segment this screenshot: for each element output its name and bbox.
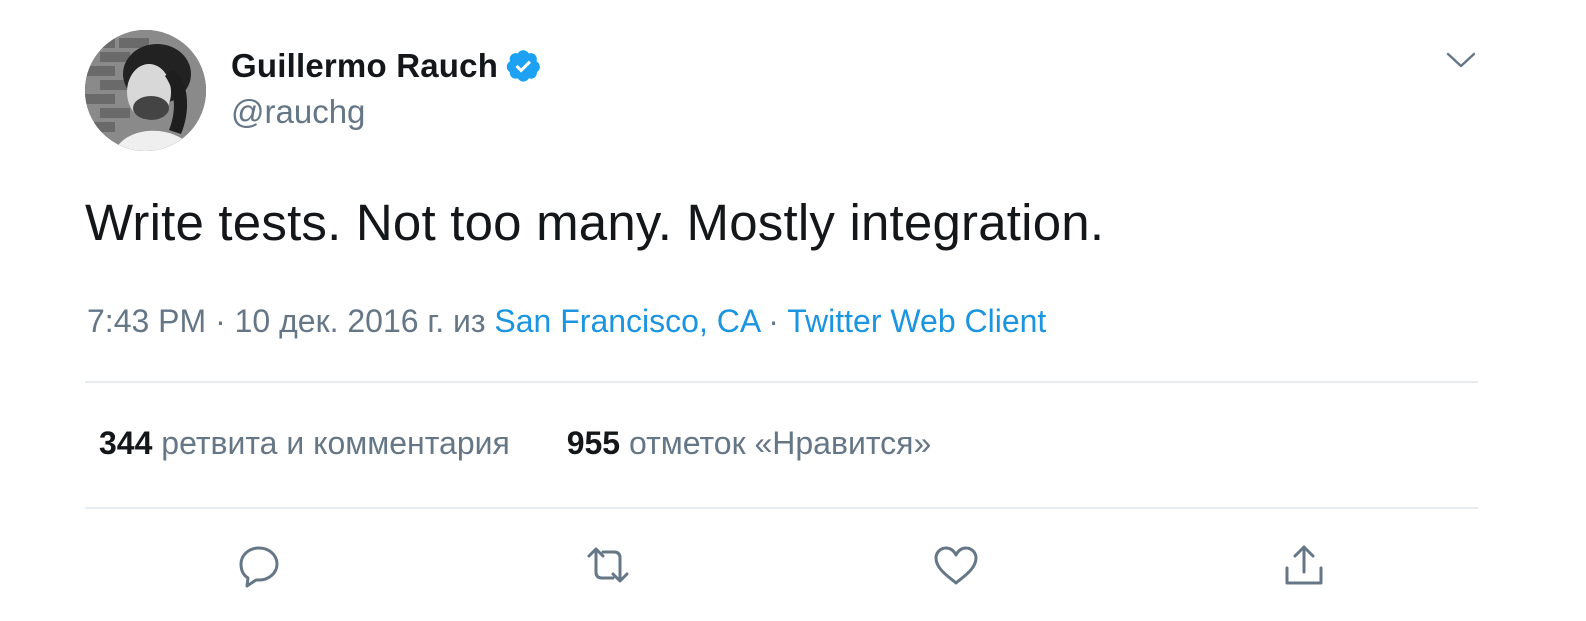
- avatar[interactable]: [85, 30, 206, 151]
- tweet-date[interactable]: 10 дек. 2016 г.: [235, 303, 444, 339]
- share-icon[interactable]: [1279, 540, 1329, 590]
- likes-label: отметок «Нравится»: [628, 425, 932, 461]
- avatar-image: [85, 30, 206, 151]
- tweet-stats: 344 ретвита и комментария 955 отметок «Н…: [99, 425, 931, 462]
- divider: [85, 381, 1478, 383]
- tweet-location-link[interactable]: San Francisco, CA: [494, 303, 759, 339]
- author-name-row[interactable]: Guillermo Rauch: [231, 44, 542, 88]
- heart-icon[interactable]: [931, 540, 981, 590]
- likes-count: 955: [566, 425, 621, 461]
- meta-separator: ·: [215, 303, 226, 339]
- retweets-stat[interactable]: 344 ретвита и комментария: [99, 425, 510, 462]
- verified-badge-icon: [506, 48, 542, 84]
- tweet-meta: 7:43 PM · 10 дек. 2016 г. из San Francis…: [87, 303, 1046, 340]
- retweets-count: 344: [99, 425, 153, 461]
- likes-stat[interactable]: 955 отметок «Нравится»: [567, 425, 932, 462]
- from-word: из: [452, 303, 486, 339]
- meta-separator: ·: [768, 303, 779, 339]
- author-display-name[interactable]: Guillermo Rauch: [231, 47, 498, 85]
- tweet-client-link[interactable]: Twitter Web Client: [787, 303, 1046, 339]
- author-handle[interactable]: @rauchg: [231, 93, 365, 131]
- retweets-label: ретвита и комментария: [161, 425, 510, 461]
- reply-icon[interactable]: [234, 540, 284, 590]
- tweet-time[interactable]: 7:43 PM: [87, 303, 206, 339]
- tweet-text: Write tests. Not too many. Mostly integr…: [85, 194, 1105, 251]
- divider: [85, 507, 1478, 509]
- retweet-icon[interactable]: [583, 540, 633, 590]
- chevron-down-icon[interactable]: [1444, 46, 1478, 74]
